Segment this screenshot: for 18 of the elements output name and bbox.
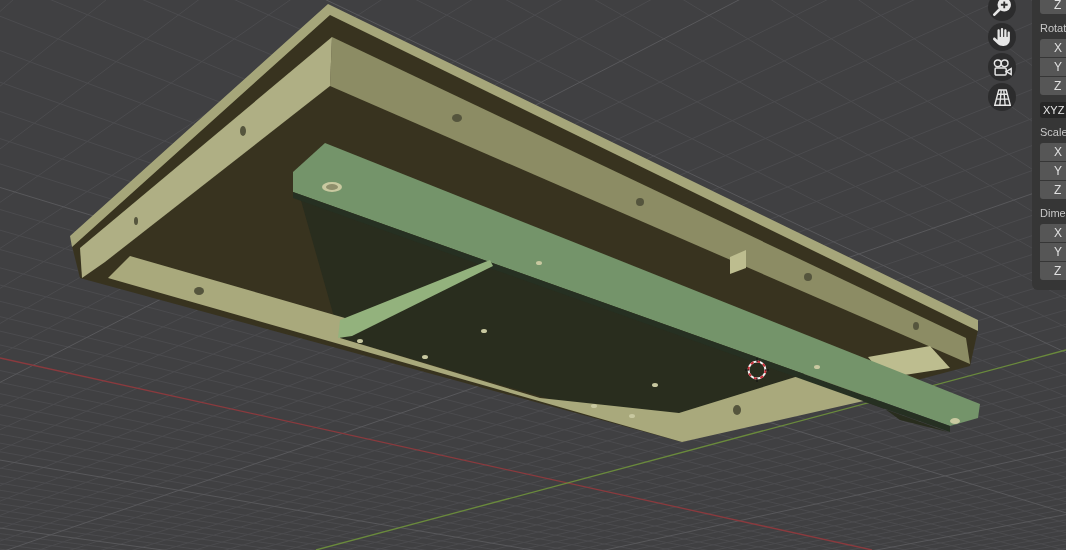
value-field[interactable]: Z: [1040, 262, 1066, 280]
section-heading: Dime: [1040, 206, 1066, 221]
hand-icon: [993, 28, 1011, 46]
mode-dropdown[interactable]: XYZ: [1040, 102, 1066, 118]
value-field[interactable]: Y: [1040, 243, 1066, 261]
movie-camera-icon: [992, 58, 1012, 76]
3d-cursor-icon: [744, 357, 770, 383]
zoom-icon: [993, 0, 1011, 16]
value-field[interactable]: Y: [1040, 162, 1066, 180]
value-field[interactable]: X: [1040, 224, 1066, 242]
value-field[interactable]: Y: [1040, 58, 1066, 76]
value-field[interactable]: Z: [1040, 0, 1066, 14]
perspective-grid-icon: [993, 88, 1011, 106]
value-field[interactable]: Z: [1040, 77, 1066, 95]
value-field[interactable]: X: [1040, 143, 1066, 161]
value-field[interactable]: X: [1040, 39, 1066, 57]
section-heading: Rotat: [1040, 21, 1066, 36]
value-field[interactable]: Z: [1040, 181, 1066, 199]
